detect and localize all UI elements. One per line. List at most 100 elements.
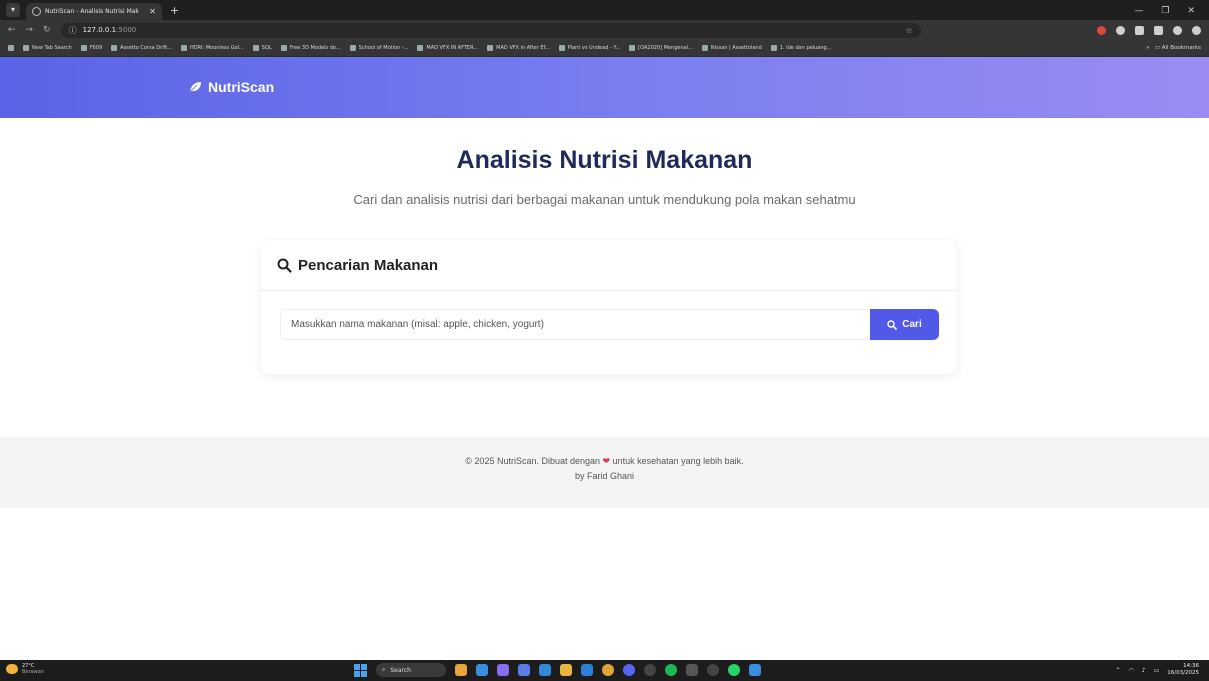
profile-avatar-icon[interactable]: [1173, 25, 1182, 35]
discord-app-icon[interactable]: [623, 664, 635, 676]
widgets-app-icon[interactable]: [455, 664, 467, 676]
weather-widget[interactable]: 27°C Berawan: [6, 663, 44, 675]
search-card: Pencarian Makanan Cari: [261, 240, 957, 374]
restore-icon[interactable]: ❐: [1161, 6, 1169, 16]
minimize-icon[interactable]: —: [1134, 6, 1143, 16]
copilot-app-icon[interactable]: [497, 664, 509, 676]
chrome-app-icon[interactable]: [602, 664, 614, 676]
bookmark-favicon-icon: [770, 45, 777, 51]
bookmark-item[interactable]: New Tab Search: [23, 45, 72, 51]
clock[interactable]: 14:36 16/03/2025: [1167, 663, 1199, 677]
store-app-icon[interactable]: [539, 664, 551, 676]
browser-tab[interactable]: NutriScan - Analisis Nutrisi Mak ✕: [26, 3, 162, 20]
spotify-app-icon[interactable]: [665, 664, 677, 676]
footer-credit: by Farid Ghani: [574, 471, 635, 481]
bookmark-favicon-icon: [487, 45, 494, 51]
battery-icon[interactable]: ▭: [1154, 667, 1160, 674]
bookmark-favicon-icon: [23, 45, 29, 51]
windows-start-icon[interactable]: [354, 663, 367, 677]
bookmark-favicon-icon: [701, 45, 708, 51]
food-search-input[interactable]: [280, 309, 870, 340]
page-title: Analisis Nutrisi Makanan: [456, 146, 753, 174]
tab-title: NutriScan - Analisis Nutrisi Mak: [45, 8, 139, 15]
bookmark-item[interactable]: [OA2020] Mengenal...: [629, 45, 693, 51]
brand-logo[interactable]: NutriScan: [189, 79, 274, 95]
heart-icon: ❤: [602, 456, 611, 466]
bookmark-favicon-icon: [181, 45, 187, 51]
bookmark-favicon-icon: [558, 45, 565, 51]
back-icon[interactable]: ←: [8, 25, 16, 35]
bookmark-item[interactable]: MAD VFX in After Ef...: [487, 45, 550, 51]
bookmark-favicon-icon: [349, 45, 356, 51]
forward-icon[interactable]: →: [26, 25, 34, 35]
site-info-icon[interactable]: ⓘ: [69, 25, 77, 36]
bookmark-star-icon[interactable]: ☆: [905, 26, 912, 35]
folder-icon: ▭: [1154, 45, 1160, 51]
bookmark-item[interactable]: MAD VFX IN AFTER...: [417, 45, 478, 51]
teams-app-icon[interactable]: [518, 664, 530, 676]
photos-app-icon[interactable]: [749, 664, 761, 676]
omnibox[interactable]: ⓘ 127.0.0.1:5000 ☆: [60, 22, 921, 38]
volume-icon[interactable]: ♪: [1142, 667, 1146, 674]
menu-dots-icon[interactable]: [1192, 25, 1201, 35]
extension-icon[interactable]: [1097, 25, 1106, 35]
search-icon: [887, 319, 898, 330]
bookmark-item[interactable]: School of Motion -...: [349, 45, 408, 51]
browser-tab-bar: ▾ NutriScan - Analisis Nutrisi Mak ✕ + —…: [0, 0, 1209, 20]
window-controls: — ❐ ✕: [1134, 6, 1195, 16]
bookmark-favicon-icon: [111, 45, 118, 51]
whatsapp-app-icon[interactable]: [728, 664, 740, 676]
bookmark-favicon-icon: [80, 45, 87, 51]
search-card-header: Pencarian Makanan: [261, 240, 957, 291]
task-view-icon[interactable]: [476, 664, 488, 676]
file-explorer-icon[interactable]: [560, 664, 572, 676]
bookmark-item[interactable]: HDRI: Moonless Gol...: [181, 45, 244, 51]
close-window-icon[interactable]: ✕: [1187, 6, 1195, 16]
search-card-title: Pencarian Makanan: [298, 256, 439, 274]
search-icon: ⌕: [382, 666, 386, 673]
extension-icons: [1097, 25, 1201, 35]
new-tab-button[interactable]: +: [170, 4, 179, 17]
app-icon[interactable]: [707, 664, 719, 676]
all-bookmarks-button[interactable]: » ▭ All Bookmarks: [1146, 45, 1201, 51]
weather-desc: Berawan: [22, 669, 44, 675]
bookmark-item[interactable]: F609: [80, 45, 102, 51]
app-navbar: NutriScan: [0, 57, 1209, 118]
chevron-up-icon[interactable]: ⌃: [1116, 667, 1121, 674]
taskbar-search[interactable]: ⌕ Search: [376, 663, 446, 677]
footer-copyright: © 2025 NutriScan. Dibuat dengan ❤ untuk …: [465, 456, 744, 466]
address-bar-row: ← → ↻ ⓘ 127.0.0.1:5000 ☆: [0, 20, 1209, 40]
wifi-icon[interactable]: ◠: [1129, 667, 1134, 674]
page-subtitle: Cari dan analisis nutrisi dari berbagai …: [353, 192, 856, 207]
search-icon: [277, 258, 292, 273]
puzzle-icon[interactable]: [1154, 25, 1163, 35]
search-button[interactable]: Cari: [870, 309, 939, 340]
close-tab-icon[interactable]: ✕: [149, 7, 156, 16]
bookmarks-bar: New Tab Search F609 Assetto Corsa Drift.…: [0, 40, 1209, 57]
tab-search-button[interactable]: ▾: [6, 3, 20, 17]
os-taskbar: 27°C Berawan ⌕ Search ⌃ ◠ ♪ ▭ 14:36 16/0…: [0, 660, 1209, 681]
system-tray: ⌃ ◠ ♪ ▭ 14:36 16/03/2025: [1116, 663, 1200, 677]
extension-icon[interactable]: [1135, 25, 1144, 35]
apps-grid-icon[interactable]: [8, 45, 14, 51]
bookmark-favicon-icon: [629, 45, 636, 51]
vscode-app-icon[interactable]: [581, 664, 593, 676]
footer: © 2025 NutriScan. Dibuat dengan ❤ untuk …: [0, 437, 1209, 508]
bookmark-item[interactable]: Nissan | Assettoland: [701, 45, 762, 51]
bookmark-item[interactable]: Assetto Corsa Drift...: [111, 45, 172, 51]
brand-name: NutriScan: [208, 79, 275, 95]
search-button-label: Cari: [902, 319, 922, 330]
bookmark-favicon-icon: [417, 45, 424, 51]
terminal-app-icon[interactable]: [686, 664, 698, 676]
url-text: 127.0.0.1:5000: [82, 26, 137, 34]
bookmark-item[interactable]: SQL: [252, 45, 272, 51]
shield-icon[interactable]: [1116, 25, 1125, 35]
bookmark-favicon-icon: [280, 45, 287, 51]
bookmark-item[interactable]: 1. Ide dan peluang...: [770, 45, 831, 51]
bookmark-item[interactable]: Plant vs Undead - Y...: [558, 45, 620, 51]
reload-icon[interactable]: ↻: [43, 25, 51, 35]
leaf-icon: [189, 82, 201, 93]
app-icon[interactable]: [644, 664, 656, 676]
bookmark-favicon-icon: [252, 45, 259, 51]
bookmark-item[interactable]: Free 3D Models do...: [280, 45, 341, 51]
